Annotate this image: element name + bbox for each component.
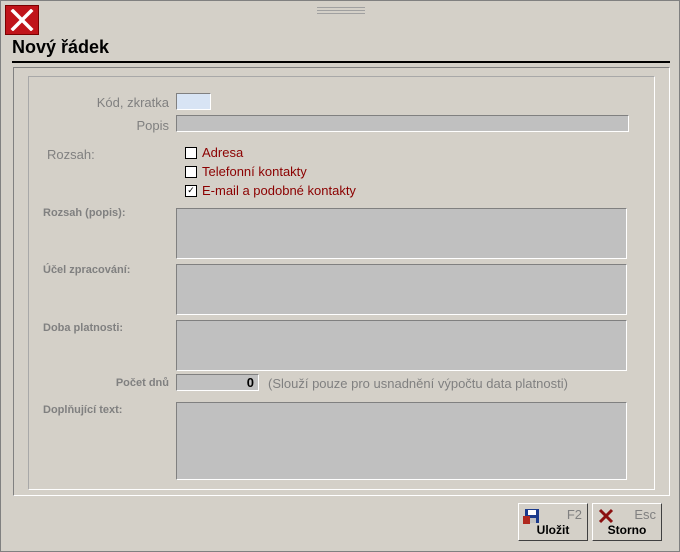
popis-label: Popis bbox=[136, 118, 169, 133]
checkbox-label: Adresa bbox=[202, 145, 244, 160]
checkbox-label: Telefonní kontakty bbox=[202, 164, 307, 179]
rozsah-label: Rozsah: bbox=[47, 147, 95, 162]
rozsah-popis-label: Rozsah (popis): bbox=[43, 207, 126, 219]
doplnujici-label: Doplňující text: bbox=[43, 404, 123, 416]
checkbox-box[interactable] bbox=[185, 165, 197, 178]
kod-input[interactable] bbox=[176, 93, 211, 110]
save-shortcut: F2 bbox=[566, 507, 582, 522]
popis-input[interactable] bbox=[176, 115, 629, 132]
cancel-button[interactable]: Esc Storno bbox=[592, 503, 662, 541]
checkbox-box[interactable] bbox=[185, 146, 197, 159]
ucel-textarea[interactable] bbox=[176, 264, 627, 315]
doplnujici-textarea[interactable] bbox=[176, 402, 627, 480]
cancel-label: Storno bbox=[607, 523, 647, 537]
pocet-input[interactable]: 0 bbox=[176, 374, 259, 391]
form-inner-panel: Kód, zkratka Popis Rozsah: Adresa Telefo… bbox=[28, 76, 655, 490]
title-divider bbox=[12, 61, 670, 63]
dialog-title: Nový řádek bbox=[12, 37, 110, 57]
form-panel: Kód, zkratka Popis Rozsah: Adresa Telefo… bbox=[13, 67, 670, 496]
checkbox-telefonni[interactable]: Telefonní kontakty bbox=[185, 164, 307, 179]
close-icon bbox=[10, 9, 34, 31]
dialog-window: Nový řádek Kód, zkratka Popis Rozsah: Ad… bbox=[0, 0, 680, 552]
drag-grip[interactable] bbox=[317, 7, 365, 16]
rozsah-popis-textarea[interactable] bbox=[176, 208, 627, 259]
doba-textarea[interactable] bbox=[176, 320, 627, 371]
checkbox-box-checked[interactable]: ✓ bbox=[185, 184, 197, 197]
doba-label: Doba platnosti: bbox=[43, 322, 124, 334]
pocet-hint: (Slouží pouze pro usnadnění výpočtu data… bbox=[268, 376, 568, 391]
save-button[interactable]: F2 Uložit bbox=[518, 503, 588, 541]
pocet-label: Počet dnů bbox=[115, 377, 169, 389]
checkbox-adresa[interactable]: Adresa bbox=[185, 145, 243, 160]
close-button[interactable] bbox=[5, 5, 39, 35]
save-label: Uložit bbox=[536, 523, 570, 537]
cancel-shortcut: Esc bbox=[634, 507, 656, 522]
checkbox-email[interactable]: ✓ E-mail a podobné kontakty bbox=[185, 183, 356, 198]
kod-label: Kód, zkratka bbox=[96, 95, 169, 110]
checkbox-label: E-mail a podobné kontakty bbox=[202, 183, 356, 198]
ucel-label: Účel zpracování: bbox=[43, 264, 131, 276]
